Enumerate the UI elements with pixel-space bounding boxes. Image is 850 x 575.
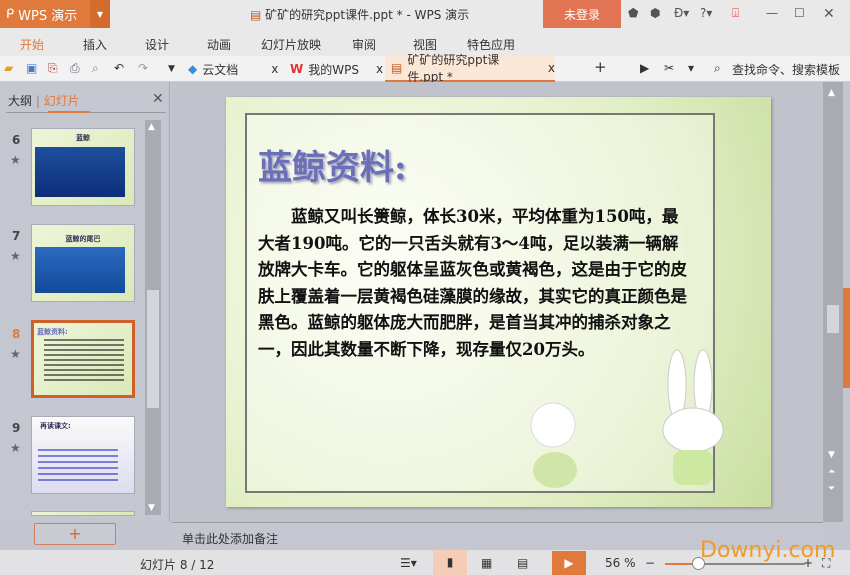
tab-animation[interactable]: 动画 [207, 36, 231, 53]
zoom-level: 56 % [605, 556, 636, 570]
search-icon[interactable]: ⌕ [714, 61, 721, 76]
slide-body-text[interactable]: 蓝鲸又叫长箦鲸，体长30米，平均体重为150吨，最大者190吨。它的一只舌头就有… [258, 204, 694, 363]
close-icon[interactable]: ✕ [823, 6, 835, 22]
previous-slide-icon[interactable]: ⏶ [828, 467, 835, 477]
document-icon: ▤ [250, 8, 266, 22]
slide-thumbnail-6[interactable]: 6 ★ 蓝鲸 [10, 128, 135, 206]
redo-icon[interactable]: ↷ [138, 61, 148, 75]
open-icon[interactable]: ▰ [4, 61, 13, 75]
login-button[interactable]: 未登录 [543, 0, 621, 28]
slide-thumbnail-8-selected[interactable]: 8 ★ 蓝鲸资料: [10, 320, 135, 398]
active-tab-underline [48, 111, 90, 113]
wps-logo-icon: ᑭ [6, 6, 15, 22]
tab-active-document[interactable]: ▤ 矿矿的研究ppt课件.ppt * x [385, 53, 555, 84]
zoom-out-icon[interactable]: − [645, 556, 655, 570]
wps-w-icon: W [290, 62, 304, 76]
reading-view-icon[interactable]: ▤ [517, 556, 528, 570]
add-slide-button[interactable]: + [34, 523, 116, 545]
sheep-illustration [530, 402, 577, 488]
scroll-down-icon[interactable]: ▼ [828, 450, 835, 460]
more-dropdown-icon[interactable]: ▼ [168, 64, 175, 74]
tab-cloud-docs[interactable]: ◆ 云文档 x [188, 56, 278, 82]
animation-star-icon: ★ [10, 441, 21, 455]
next-slide-icon[interactable]: ⏷ [828, 484, 835, 494]
close-panel-icon[interactable]: ✕ [152, 91, 164, 107]
save-icon[interactable]: ▣ [26, 61, 37, 75]
animation-star-icon: ★ [10, 249, 21, 263]
scroll-up-icon[interactable]: ▲ [148, 122, 155, 132]
skin-icon[interactable]: ⬟ [628, 6, 638, 20]
app-name: WPS 演示 [18, 8, 78, 24]
slideshow-icon[interactable]: ▶ [640, 61, 649, 75]
bunny-illustration [662, 349, 724, 485]
chevron-down-icon: ▼ [90, 0, 110, 28]
play-slideshow-button[interactable]: ▶ [552, 551, 586, 575]
quick-toolbar: ▰ ▣ ⎘ ⎙ ⌕ ↶ ↷ ▼ ◆ 云文档 x W 我的WPS x ▤ 矿矿的研究ppt课… [0, 53, 850, 84]
slide-thumbnail-9[interactable]: 9 ★ 再读课文: [10, 416, 135, 494]
tab-slides[interactable]: 幻灯片 [44, 94, 80, 108]
main-scrollbar[interactable]: ▲ ▼ ⏶ ⏷ [823, 82, 843, 522]
tab-slideshow[interactable]: 幻灯片放映 [261, 36, 321, 53]
thumb-title: 蓝鲸 [76, 134, 90, 142]
tab-label: 云文档 [202, 62, 239, 77]
normal-view-icon[interactable]: ▮ [433, 550, 467, 575]
slide-number: 9 [12, 421, 21, 435]
whale-tail-image [35, 247, 125, 293]
scroll-down-icon[interactable]: ▼ [148, 503, 155, 513]
main-scroll-thumb[interactable] [827, 305, 839, 333]
thumb-title: 再读课文: [40, 422, 71, 430]
share-icon[interactable]: Ð▾ [674, 6, 689, 20]
tab-review[interactable]: 审阅 [352, 36, 376, 53]
panel-scroll-thumb[interactable] [147, 290, 159, 408]
slide-number: 8 [12, 327, 21, 341]
panel-tabs: 大纲 | 幻灯片 [8, 94, 80, 108]
tab-design[interactable]: 设计 [145, 36, 169, 53]
animation-star-icon: ★ [10, 153, 21, 167]
export-pdf-icon[interactable]: ⎘ [48, 61, 58, 76]
print-icon[interactable]: ⎙ [70, 61, 80, 76]
side-panel-toggle[interactable] [843, 288, 850, 388]
window-title-text: 矿矿的研究ppt课件.ppt * - WPS 演示 [265, 8, 470, 22]
comment-icon[interactable]: ▾ [688, 61, 694, 75]
notes-toggle-icon[interactable]: ☰▾ [400, 556, 417, 570]
window-title: ▤ 矿矿的研究ppt课件.ppt * - WPS 演示 [250, 6, 469, 23]
feedback-icon[interactable]: ⬢ [650, 6, 660, 20]
tab-my-wps[interactable]: W 我的WPS x [290, 56, 383, 82]
close-tab-icon[interactable]: x [376, 62, 383, 76]
slide-counter: 幻灯片 8 / 12 [140, 558, 215, 572]
thumb-title: 蓝鲸资料: [37, 328, 68, 336]
thumb-title: 蓝鲸的尾巴 [65, 235, 101, 243]
thumb-text-lines [38, 449, 118, 485]
print-preview-icon[interactable]: ⌕ [92, 61, 99, 76]
animation-star-icon: ★ [10, 347, 21, 361]
tab-home[interactable]: 开始 [20, 36, 44, 53]
minimize-icon[interactable]: — [766, 6, 778, 20]
slide-thumbnail-7[interactable]: 7 ★ 蓝鲸的尾巴 [10, 224, 135, 302]
scroll-up-icon[interactable]: ▲ [828, 88, 835, 98]
new-tab-icon[interactable]: + [594, 58, 607, 76]
tab-label: 矿矿的研究ppt课件.ppt * [407, 53, 500, 84]
wps-menu-button[interactable]: ᑭ WPS 演示 ▼ [0, 0, 110, 28]
slide-sorter-icon[interactable]: ▦ [481, 556, 492, 570]
slide-number: 6 [12, 133, 21, 147]
help-icon[interactable]: ?▾ [700, 6, 712, 20]
tab-outline[interactable]: 大纲 [8, 94, 32, 108]
tools-icon[interactable]: ✂ [664, 61, 674, 75]
cloud-icon: ◆ [188, 62, 198, 76]
tab-insert[interactable]: 插入 [83, 36, 107, 53]
ppt-icon: ▤ [391, 61, 403, 75]
watermark: Downyi.com [700, 538, 836, 563]
tab-label: 我的WPS [308, 62, 359, 77]
search-command[interactable]: 查找命令、搜索模板 [732, 61, 840, 78]
close-tab-icon[interactable]: x [271, 62, 278, 76]
download-icon[interactable]: ⍗ [732, 6, 739, 21]
thumb-text-lines [44, 339, 124, 381]
slide-number: 7 [12, 229, 21, 243]
maximize-icon[interactable]: ☐ [794, 6, 805, 20]
slide-thumbnail-10[interactable] [31, 511, 135, 516]
slide-title[interactable]: 蓝鲸资料: [258, 140, 407, 189]
close-tab-icon[interactable]: x [548, 61, 555, 75]
undo-icon[interactable]: ↶ [114, 61, 124, 75]
orca-image [35, 147, 125, 197]
